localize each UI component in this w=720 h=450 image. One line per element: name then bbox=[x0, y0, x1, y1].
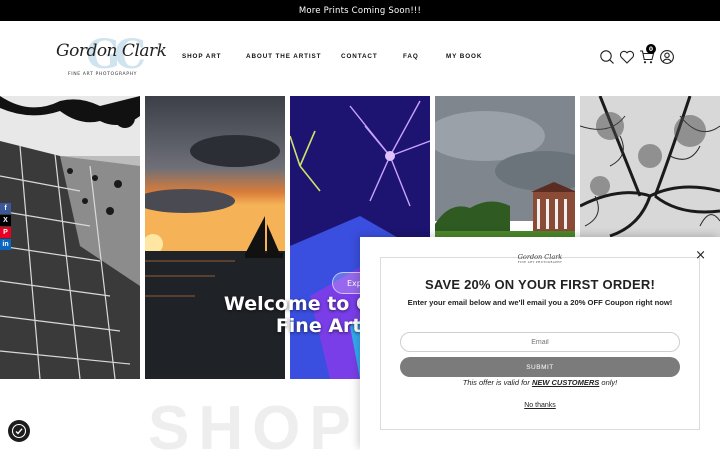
offer-prefix: This offer is valid for bbox=[462, 378, 532, 387]
popup-headline: SAVE 20% ON YOUR FIRST ORDER! bbox=[425, 277, 655, 292]
nav-contact[interactable]: CONTACT bbox=[341, 53, 378, 60]
cart-count-badge: 0 bbox=[646, 44, 656, 54]
email-field[interactable] bbox=[400, 332, 680, 352]
announcement-bar: More Prints Coming Soon!!! bbox=[0, 0, 720, 21]
logo-tagline: FINE ART PHOTOGRAPHY bbox=[68, 72, 138, 77]
user-icon[interactable] bbox=[659, 49, 675, 65]
logo-script-name: Gordon Clark bbox=[56, 41, 167, 61]
offer-note: This offer is valid for NEW CUSTOMERS on… bbox=[360, 378, 720, 387]
nav-shop-art[interactable]: SHOP ART bbox=[182, 53, 221, 60]
heart-icon[interactable] bbox=[619, 49, 635, 65]
nav-my-book[interactable]: MY BOOK bbox=[446, 53, 482, 60]
offer-emphasis: NEW CUSTOMERS bbox=[531, 378, 600, 387]
newsletter-popup: × Gordon Clark FINE ART PHOTOGRAPHY SAVE… bbox=[360, 237, 720, 450]
offer-suffix: only! bbox=[599, 378, 618, 387]
social-share-bar: f X P in bbox=[0, 203, 11, 251]
nav-faq[interactable]: FAQ bbox=[403, 53, 419, 60]
popup-logo: Gordon Clark FINE ART PHOTOGRAPHY bbox=[360, 253, 720, 264]
popup-subtext: Enter your email below and we'll email y… bbox=[407, 298, 673, 307]
section-heading: SHOP bbox=[148, 394, 360, 450]
announcement-text: More Prints Coming Soon!!! bbox=[298, 5, 422, 16]
linkedin-icon[interactable]: in bbox=[0, 239, 11, 250]
brand-logo[interactable]: GC Gordon Clark FINE ART PHOTOGRAPHY bbox=[56, 31, 167, 81]
site-header: GC Gordon Clark FINE ART PHOTOGRAPHY SHO… bbox=[0, 21, 720, 96]
facebook-icon[interactable]: f bbox=[0, 203, 11, 214]
x-icon[interactable]: X bbox=[0, 215, 11, 226]
pinterest-icon[interactable]: P bbox=[0, 227, 11, 238]
gallery-image-building[interactable] bbox=[0, 96, 140, 379]
popup-logo-name: Gordon Clark bbox=[517, 253, 563, 261]
nav-about-the-artist[interactable]: ABOUT THE ARTIST bbox=[246, 53, 321, 60]
accessibility-button[interactable] bbox=[8, 420, 30, 442]
search-icon[interactable] bbox=[599, 49, 615, 65]
accessibility-icon bbox=[11, 423, 27, 439]
popup-logo-tagline: FINE ART PHOTOGRAPHY bbox=[517, 261, 563, 264]
no-thanks-link[interactable]: No thanks bbox=[360, 402, 720, 409]
submit-button[interactable]: SUBMIT bbox=[400, 357, 680, 377]
